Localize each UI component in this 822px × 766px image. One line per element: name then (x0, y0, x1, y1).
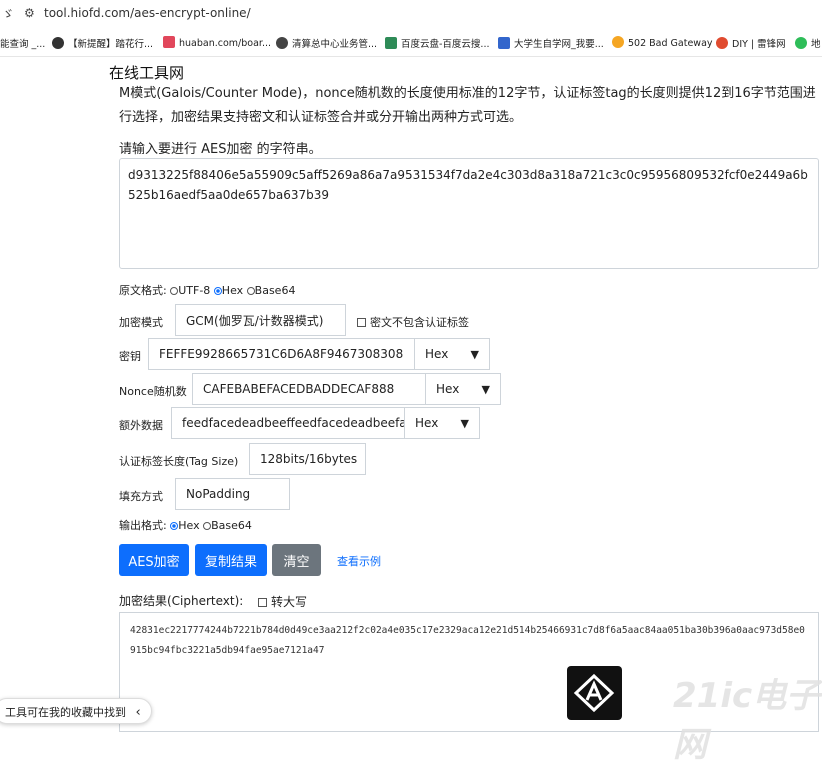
watermark-logo: 21ic电子网 (673, 668, 822, 766)
bookmark-label: 能查询 _... (0, 39, 46, 50)
checkbox-label: 密文不包含认证标签 (370, 316, 469, 329)
radio-hex[interactable] (213, 287, 222, 295)
bookmark-item[interactable]: 清算总中心业务管... (276, 36, 377, 50)
result-text: 42831ec2217774244b7221b784d0d49ce3aa212f… (130, 625, 805, 656)
watermark-text: 21ic电子网 (673, 676, 821, 765)
bookmark-item[interactable]: 大学生自学网_我要... (498, 36, 604, 50)
plaintext-format-group: 原文格式: UTF-8 Hex Base64 (119, 282, 295, 298)
bookmark-item[interactable]: 502 Bad Gateway (612, 36, 713, 49)
tag-size-value: 128bits/16bytes (260, 452, 358, 466)
option-label: Hex (221, 284, 244, 297)
key-label: 密钥 (119, 350, 141, 363)
bookmark-label: 清算总中心业务管... (292, 39, 378, 50)
huaban-icon (163, 36, 175, 48)
aad-value: feedfacedeadbeeffeedfacedeadbeefabaddad2 (182, 416, 404, 430)
option-label: UTF-8 (178, 284, 211, 297)
baidu-yun-icon (385, 37, 397, 49)
bookmark-item[interactable]: 能查询 _... (0, 36, 45, 50)
bookmarks-bar: 能查询 _... 【新提醒】踏花行... huaban.com/boar... … (0, 28, 822, 57)
favorites-tip-text: 工具可在我的收藏中找到 (5, 706, 126, 719)
input-prompt: 请输入要进行 AES加密 的字符串。 (119, 142, 322, 157)
aad-encoding-value: Hex (415, 416, 439, 430)
key-encoding-value: Hex (425, 347, 449, 361)
exclude-tag-option[interactable]: 密文不包含认证标签 (357, 314, 469, 330)
nonce-value: CAFEBABEFACEDBADDECAF888 (203, 382, 395, 396)
padding-value: NoPadding (186, 487, 251, 501)
key-encoding-select[interactable]: Hex ▼ (414, 338, 490, 370)
bookmark-label: 地 (811, 39, 821, 50)
uppercase-checkbox[interactable] (258, 598, 267, 607)
bookmark-label: 502 Bad Gateway (628, 38, 713, 49)
nonce-label: Nonce随机数 (119, 385, 187, 398)
caret-down-icon: ▼ (460, 416, 469, 430)
key-value: FEFFE9928665731C6D6A8F9467308308 (159, 347, 404, 361)
checkbox-label: 转大写 (271, 595, 308, 609)
site-title[interactable]: 在线工具网 (109, 62, 184, 83)
key-input[interactable]: FEFFE9928665731C6D6A8F9467308308 (148, 338, 415, 370)
bookmark-item[interactable]: 地 (795, 36, 821, 50)
caret-down-icon: ▼ (481, 382, 490, 396)
uppercase-option[interactable]: 转大写 (258, 593, 307, 610)
padding-select[interactable]: NoPadding (175, 478, 290, 510)
bookmark-label: huaban.com/boar... (179, 38, 272, 49)
tag-size-select[interactable]: 128bits/16bytes (249, 443, 366, 475)
map-icon (795, 37, 807, 49)
radio-output-base64[interactable] (203, 522, 212, 530)
input-textarea[interactable]: d9313225f88406e5a55909c5aff5269a86a7a953… (119, 158, 819, 269)
radio-base64[interactable] (246, 287, 255, 295)
bookmark-item[interactable]: DIY | 雷锋网 (716, 36, 786, 50)
nonce-encoding-value: Hex (436, 382, 460, 396)
bookmark-label: 百度云盘-百度云搜... (401, 39, 490, 50)
bookmark-label: DIY | 雷锋网 (732, 39, 786, 50)
chevron-left-icon[interactable]: ‹ (136, 705, 141, 720)
forward-icon[interactable]: ゞ (2, 5, 14, 22)
globe-icon (52, 37, 64, 49)
bookmark-item[interactable]: 【新提醒】踏花行... (52, 36, 153, 50)
bookmark-label: 【新提醒】踏花行... (68, 39, 154, 50)
nonce-input[interactable]: CAFEBABEFACEDBADDECAF888 (192, 373, 426, 405)
bookmark-item[interactable]: huaban.com/boar... (163, 36, 271, 49)
output-format-label: 输出格式: (119, 519, 167, 532)
book-icon (498, 37, 510, 49)
copy-result-button[interactable]: 复制结果 (195, 544, 267, 576)
warning-icon (612, 36, 624, 48)
output-format-group: 输出格式: Hex Base64 (119, 517, 252, 533)
clear-button[interactable]: 清空 (272, 544, 321, 576)
aad-label: 额外数据 (119, 419, 163, 432)
result-label: 加密结果(Ciphertext): (119, 594, 244, 608)
site-info-icon[interactable]: ⚙ (24, 6, 35, 20)
encrypt-button[interactable]: AES加密 (119, 544, 189, 576)
globe-icon (276, 37, 288, 49)
aad-encoding-select[interactable]: Hex ▼ (404, 407, 480, 439)
option-label: Hex (178, 519, 200, 532)
favorites-tip[interactable]: 工具可在我的收藏中找到 ‹ (0, 698, 152, 724)
bookmark-item[interactable]: 百度云盘-百度云搜... (385, 36, 490, 50)
browser-url-bar: ゞ ⚙ tool.hiofd.com/aes-encrypt-online/ (0, 0, 822, 28)
tag-size-label: 认证标签长度(Tag Size) (119, 455, 239, 468)
mode-value: GCM(伽罗瓦/计数器模式) (186, 313, 324, 328)
tool-description: M模式(Galois/Counter Mode)，nonce随机数的长度使用标准… (119, 86, 816, 125)
padding-label: 填充方式 (119, 490, 163, 503)
address-bar[interactable]: tool.hiofd.com/aes-encrypt-online/ (44, 6, 251, 20)
input-text: d9313225f88406e5a55909c5aff5269a86a7a953… (128, 168, 808, 202)
nonce-encoding-select[interactable]: Hex ▼ (425, 373, 501, 405)
exclude-tag-checkbox[interactable] (357, 318, 366, 327)
option-label: Base64 (254, 284, 296, 297)
plaintext-format-label: 原文格式: (119, 284, 167, 297)
aad-input[interactable]: feedfacedeadbeeffeedfacedeadbeefabaddad2 (171, 407, 405, 439)
mode-select[interactable]: GCM(伽罗瓦/计数器模式) (175, 304, 346, 336)
accessibility-icon[interactable] (567, 666, 622, 720)
bookmark-label: 大学生自学网_我要... (514, 39, 604, 50)
leiphone-icon (716, 37, 728, 49)
caret-down-icon: ▼ (470, 347, 479, 361)
view-example-link[interactable]: 查看示例 (337, 553, 381, 569)
mode-label: 加密模式 (119, 316, 163, 329)
option-label: Base64 (211, 519, 252, 532)
